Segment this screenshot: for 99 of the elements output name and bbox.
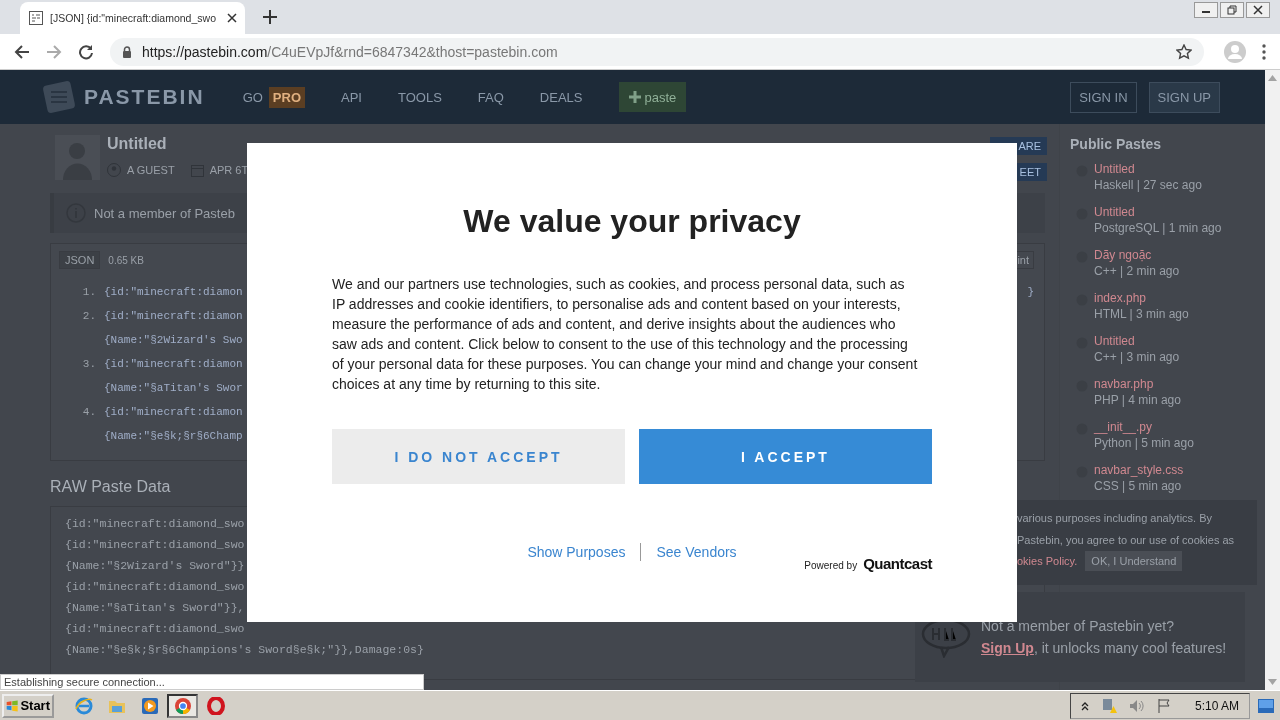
- nav-link[interactable]: FAQ: [477, 89, 504, 105]
- nav-link[interactable]: TOOLS: [398, 89, 442, 105]
- file-size: 0.65 KB: [108, 254, 144, 266]
- line-number: 1.: [82, 286, 96, 298]
- auth-button[interactable]: SIGN IN: [1070, 81, 1137, 113]
- paste-link[interactable]: Dãy ngoặc: [1094, 248, 1180, 262]
- paste-link[interactable]: index.php: [1094, 291, 1189, 305]
- cookie-text: Pastebin, you agree to our use of cookies as: [1017, 533, 1236, 547]
- restore-icon: [1227, 5, 1237, 15]
- plus-icon: [628, 91, 641, 103]
- signup-text: , it unlocks many cool features!: [1033, 640, 1227, 656]
- clock: 5:10 AM: [1194, 698, 1239, 713]
- nav-link[interactable]: API: [341, 89, 362, 105]
- sidebar-title: Public Pastes: [1070, 136, 1163, 152]
- paste-meta: HTML | 3 min ago: [1094, 307, 1189, 321]
- speaker-icon[interactable]: [1128, 698, 1145, 713]
- paste-meta: C++ | 2 min ago: [1094, 264, 1180, 278]
- paste-meta: C++ | 3 min ago: [1094, 350, 1180, 364]
- chevron-up-icon[interactable]: [1080, 700, 1089, 711]
- dialog-title: We value your privacy: [462, 202, 802, 241]
- understand-button[interactable]: OK, I Understand: [1085, 551, 1183, 571]
- flag-icon[interactable]: [1156, 698, 1171, 713]
- line-number: 2.: [82, 310, 96, 322]
- signup-text: Not a member of Pastebin yet?: [981, 618, 1175, 634]
- address-bar[interactable]: https://pastebin.com/C4uEVpJf&rnd=6847342&thost=pastebin.com: [110, 37, 1204, 66]
- line-number: 3.: [82, 358, 96, 370]
- cookie-policy-link[interactable]: okies Policy.: [1017, 554, 1078, 568]
- paste-meta: CSS | 5 min ago: [1094, 479, 1183, 493]
- paste-meta: PHP | 4 min ago: [1094, 393, 1181, 407]
- url-text: https://pastebin.com/C4uEVpJf&rnd=6847342&thost=pastebin.com: [142, 43, 559, 60]
- notice-text: Not a member of Pasteb: [94, 205, 235, 221]
- accept-button[interactable]: I ACCEPT: [639, 429, 932, 484]
- back-icon[interactable]: [14, 43, 30, 60]
- forward-icon[interactable]: [46, 43, 62, 60]
- code-line: {Name:"§e§k;§r§6Champ: [104, 430, 243, 442]
- powered-by-text: Powered by: [804, 560, 858, 571]
- dialog-link[interactable]: Show Purposes: [527, 544, 626, 560]
- minimize-button[interactable]: [1194, 2, 1218, 18]
- scrollbar[interactable]: [1265, 70, 1280, 690]
- dialog-text: We and our partners use technologies, such as cookies, and process personal data, such as IP addresses and cookie identifiers, to personalise ads and content based on your interests, measure the performance of ads and content, and derive insights about the audiences who saw ads and content. Click below to consent to the use of this technology and the processing of your personal data for these purposes. You can change your mind and change your consent choices at any time by returning to this site.: [332, 275, 919, 394]
- show-desktop-icon[interactable]: [1258, 698, 1274, 713]
- paste-title: Untitled: [107, 135, 168, 153]
- close-button[interactable]: [1246, 2, 1270, 18]
- paste-link[interactable]: navbar.php: [1094, 377, 1181, 391]
- paste-meta: Python | 5 min ago: [1094, 436, 1194, 450]
- close-icon[interactable]: [227, 13, 237, 23]
- browser-tab[interactable]: [JSON] {id:"minecraft:diamond_swo: [20, 2, 245, 34]
- paste-date: APR 6T: [209, 164, 249, 176]
- raw-line: {id:"minecraft:diamond_swo: [65, 516, 245, 532]
- close-icon: [1253, 5, 1263, 15]
- restore-button[interactable]: [1220, 2, 1244, 18]
- brand-logo[interactable]: Quantcast: [863, 555, 932, 572]
- paste-author: A GUEST: [127, 164, 175, 176]
- raw-line: {id:"minecraft:diamond_swo: [65, 621, 245, 637]
- decline-button[interactable]: I DO NOT ACCEPT: [332, 429, 625, 484]
- code-line: {id:"minecraft:diamon: [104, 406, 243, 418]
- start-button[interactable]: Start: [2, 693, 54, 718]
- nav-link[interactable]: GO: [242, 89, 263, 105]
- raw-line: {Name:"§aTitan's Sword"}},: [65, 600, 245, 616]
- paste-link[interactable]: Untitled: [1094, 162, 1202, 176]
- star-icon[interactable]: [1176, 43, 1192, 60]
- paste-meta: Haskell | 27 sec ago: [1094, 178, 1202, 192]
- cookie-text: various purposes including analytics. By: [1017, 511, 1214, 525]
- raw-line: {Name:"§2Wizard's Sword"}}: [65, 558, 245, 574]
- menu-icon[interactable]: [1262, 43, 1266, 60]
- lock-icon: [122, 45, 132, 58]
- raw-line: {Name:"§e§k;§r§6Champions's Sword§e§k;"}},Damage:0s}: [65, 642, 424, 658]
- nav-link[interactable]: DEALS: [539, 89, 583, 105]
- tab-title: [JSON] {id:"minecraft:diamond_swo: [50, 12, 217, 24]
- paste-link[interactable]: __init__.py: [1094, 420, 1194, 434]
- pro-badge[interactable]: PRO: [268, 86, 306, 108]
- syntax-tag[interactable]: JSON: [59, 251, 101, 269]
- document-icon: [28, 10, 44, 26]
- code-line: {id:"minecraft:diamon: [104, 310, 243, 322]
- network-warning-icon[interactable]: [1100, 697, 1117, 714]
- code-line: {Name:"§2Wizard's Swo: [104, 334, 243, 346]
- paste-link[interactable]: Untitled: [1094, 205, 1222, 219]
- code-line: {id:"minecraft:diamon: [104, 286, 243, 298]
- raw-line: {id:"minecraft:diamond_swo: [65, 579, 245, 595]
- code-line: {id:"minecraft:diamon: [104, 358, 243, 370]
- status-text: Establishing secure connection...: [4, 676, 165, 688]
- scroll-up-icon[interactable]: [1268, 75, 1277, 81]
- line-number: 4.: [82, 406, 96, 418]
- signup-link[interactable]: Sign Up: [981, 640, 1034, 656]
- paste-link[interactable]: Untitled: [1094, 334, 1180, 348]
- site-logo[interactable]: PASTEBIN: [84, 85, 205, 109]
- scroll-down-icon[interactable]: [1268, 679, 1277, 685]
- raw-line: {id:"minecraft:diamond_swo: [65, 537, 245, 553]
- paste-link[interactable]: navbar_style.css: [1094, 463, 1184, 477]
- reload-icon[interactable]: [78, 43, 94, 60]
- paste-meta: PostgreSQL | 1 min ago: [1094, 221, 1222, 235]
- plus-icon[interactable]: [263, 10, 277, 24]
- browser-icon[interactable]: [167, 693, 198, 718]
- new-paste-button[interactable]: paste: [618, 82, 687, 112]
- auth-button[interactable]: SIGN UP: [1148, 81, 1220, 113]
- code-line: }: [1027, 286, 1034, 298]
- code-line: {Name:"§aTitan's Swor: [104, 382, 243, 394]
- section-heading: RAW Paste Data: [50, 478, 172, 496]
- dialog-link[interactable]: See Vendors: [656, 544, 737, 560]
